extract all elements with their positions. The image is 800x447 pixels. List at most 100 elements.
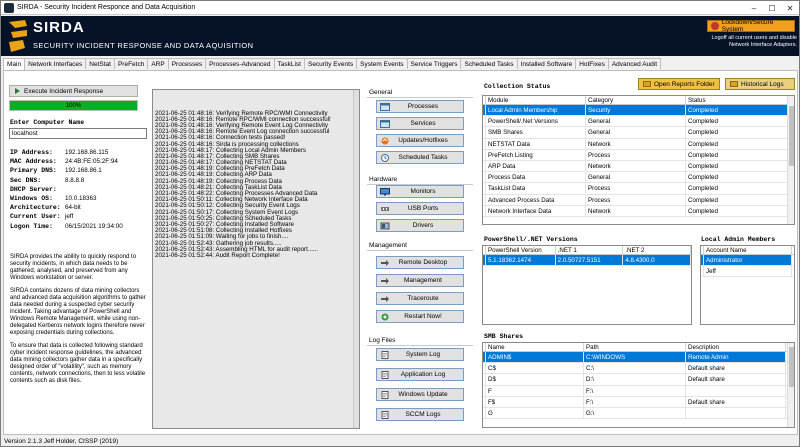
log-scrollbar[interactable] bbox=[353, 90, 359, 428]
column-header[interactable]: Description bbox=[686, 343, 786, 351]
services-button[interactable]: Services bbox=[376, 117, 464, 130]
table-cell bbox=[686, 407, 786, 419]
tab-network-interfaces[interactable]: Network Interfaces bbox=[24, 58, 87, 69]
tab-hotfixes[interactable]: HotFixes bbox=[575, 58, 609, 69]
table-row[interactable]: PowerShell/.Net Versions General Completed bbox=[483, 116, 794, 128]
management-button[interactable]: Management bbox=[376, 274, 464, 287]
lockdown-button[interactable]: Lockdown/Secure System bbox=[707, 19, 795, 33]
processes-button[interactable]: Processes bbox=[376, 100, 464, 113]
button-label: Management bbox=[404, 277, 442, 284]
maximize-icon[interactable]: ☐ bbox=[763, 1, 781, 15]
monitor-icon bbox=[380, 187, 390, 195]
drivers-button[interactable]: Drivers bbox=[376, 219, 464, 232]
historical-logs-button[interactable]: Historical Logs bbox=[725, 78, 795, 90]
activity-log[interactable]: 2021-06-25 01:48:16: Verifying Remote RP… bbox=[152, 89, 360, 429]
info-key: Current User: bbox=[10, 213, 61, 221]
table-cell: Completed bbox=[686, 183, 788, 194]
table-row[interactable]: PreFetch Listing Process Completed bbox=[483, 149, 794, 161]
table-row[interactable]: Administrator bbox=[701, 255, 794, 267]
table-row[interactable]: Network Interface Data Network Completed bbox=[483, 205, 794, 217]
table-row[interactable]: ARP Data Network Completed bbox=[483, 160, 794, 173]
column-header[interactable]: .NET 2 bbox=[623, 246, 691, 254]
monitors-button[interactable]: Monitors bbox=[376, 185, 464, 198]
column-header[interactable]: PowerShell Version bbox=[486, 246, 556, 254]
table-cell: ARP Data bbox=[486, 160, 586, 172]
tab-main[interactable]: Main bbox=[3, 58, 26, 70]
table-row[interactable]: Advanced Process Data Process Completed bbox=[483, 194, 794, 206]
updates-hotfixes-button[interactable]: Updates/Hotfixes bbox=[376, 134, 464, 147]
usb-ports-button[interactable]: USB Ports bbox=[376, 202, 464, 215]
tab-installed-software[interactable]: Installed Software bbox=[516, 58, 577, 69]
play-icon bbox=[15, 88, 20, 94]
column-header[interactable]: Status bbox=[686, 96, 788, 104]
tab-processes-advanced[interactable]: Processes-Advanced bbox=[205, 58, 275, 69]
table-cell: Completed bbox=[686, 138, 788, 149]
tab-advanced-audit[interactable]: Advanced Audit bbox=[607, 58, 662, 69]
system-log-button[interactable]: System Log bbox=[376, 348, 464, 361]
execute-label: Execute Incident Response bbox=[24, 87, 104, 95]
version-status: Version 2.1.3 Jeff Holder, CISSP (2019) bbox=[4, 438, 119, 445]
smb-shares-grid[interactable]: Name Path Description ADMIN$ C:\WINDOWS Re… bbox=[482, 342, 795, 428]
table-row[interactable]: NETSTAT Data Network Completed bbox=[483, 138, 794, 150]
open-reports-folder-button[interactable]: Open Reports Folder bbox=[638, 78, 720, 90]
scheduled-tasks-button[interactable]: Scheduled Tasks bbox=[376, 151, 464, 164]
grid-header: Name Path Description bbox=[483, 343, 794, 352]
column-header[interactable]: .NET 1 bbox=[556, 246, 624, 254]
table-cell: Completed bbox=[686, 116, 788, 127]
column-header[interactable]: Account Name bbox=[704, 246, 792, 254]
tab-system-events[interactable]: System Events bbox=[356, 58, 408, 69]
open-reports-label: Open Reports Folder bbox=[654, 80, 715, 88]
table-row[interactable]: ADMIN$ C:\WINDOWS Remote Admin bbox=[483, 352, 794, 364]
minimize-icon[interactable]: – bbox=[745, 1, 763, 15]
table-row[interactable]: F F:\ bbox=[483, 385, 794, 397]
traceroute-button[interactable]: Traceroute bbox=[376, 292, 464, 305]
table-row[interactable]: G G:\ bbox=[483, 407, 794, 420]
column-header[interactable]: Category bbox=[586, 96, 686, 104]
tab-service-triggers[interactable]: Service Triggers bbox=[406, 58, 462, 69]
remote-desktop-button[interactable]: Remote Desktop bbox=[376, 256, 464, 269]
table-row[interactable]: SMB Shares General Completed bbox=[483, 127, 794, 139]
local-admins-grid[interactable]: Account Name Administrator Jeff bbox=[700, 245, 795, 325]
windows-update-button[interactable]: Windows Update bbox=[376, 388, 464, 401]
info-key: IP Address: bbox=[10, 149, 53, 157]
sccm-logs-button[interactable]: SCCM Logs bbox=[376, 408, 464, 421]
table-row[interactable]: Jeff bbox=[701, 266, 794, 278]
table-row[interactable]: TaskList Data Process Completed bbox=[483, 183, 794, 195]
table-cell: F:\ bbox=[584, 385, 686, 396]
powershell-grid[interactable]: PowerShell Version .NET 1 .NET 2 5.1.183… bbox=[482, 245, 692, 325]
computer-name-input[interactable]: localhost bbox=[9, 128, 147, 139]
execute-incident-response-button[interactable]: Execute Incident Response bbox=[9, 85, 138, 97]
table-cell: PreFetch Listing bbox=[486, 149, 586, 160]
table-row[interactable]: Process Data General Completed bbox=[483, 172, 794, 184]
table-cell: ADMIN$ bbox=[486, 352, 584, 363]
tab-scheduled-tasks[interactable]: Scheduled Tasks bbox=[460, 58, 518, 69]
restart-now-button[interactable]: Restart Now! bbox=[376, 310, 464, 323]
application-log-button[interactable]: Application Log bbox=[376, 368, 464, 381]
scroll-thumb[interactable] bbox=[789, 106, 794, 166]
table-cell: Completed bbox=[686, 105, 788, 116]
tab-security-events[interactable]: Security Events bbox=[303, 58, 358, 69]
column-header[interactable]: Path bbox=[584, 343, 686, 351]
smb-scrollbar[interactable] bbox=[787, 343, 794, 427]
column-header[interactable]: Module bbox=[486, 96, 586, 104]
tab-arp[interactable]: ARP bbox=[147, 58, 169, 69]
collection-scrollbar[interactable] bbox=[787, 96, 794, 224]
scroll-thumb[interactable] bbox=[789, 347, 794, 387]
info-value: jeff bbox=[65, 213, 74, 221]
tab-prefetch[interactable]: PreFetch bbox=[113, 58, 149, 69]
table-row[interactable]: C$ C:\ Default share bbox=[483, 363, 794, 375]
table-cell: Process Data bbox=[486, 172, 586, 183]
tab-tasklist[interactable]: TaskList bbox=[273, 58, 305, 69]
window-controls: – ☐ ✕ bbox=[745, 1, 799, 15]
table-row[interactable]: D$ D:\ Default share bbox=[483, 374, 794, 386]
table-row[interactable]: 5.1.18362.1474 2.0.50727.5151 4.8.4300.0 bbox=[483, 255, 691, 267]
table-row[interactable]: Local Admin Membership Security Completed bbox=[483, 105, 794, 117]
collection-status-grid[interactable]: Module Category Status Local Admin Membe… bbox=[482, 95, 795, 225]
tab-netstat[interactable]: NetStat bbox=[85, 58, 115, 69]
close-icon[interactable]: ✕ bbox=[781, 1, 799, 15]
column-header[interactable]: Name bbox=[486, 343, 584, 351]
tab-processes[interactable]: Processes bbox=[167, 58, 207, 69]
table-cell: Remote Admin bbox=[686, 352, 786, 363]
table-row[interactable]: F$ F:\ Default share bbox=[483, 396, 794, 408]
title-bar: SIRDA - Security Incident Responce and D… bbox=[1, 1, 799, 15]
